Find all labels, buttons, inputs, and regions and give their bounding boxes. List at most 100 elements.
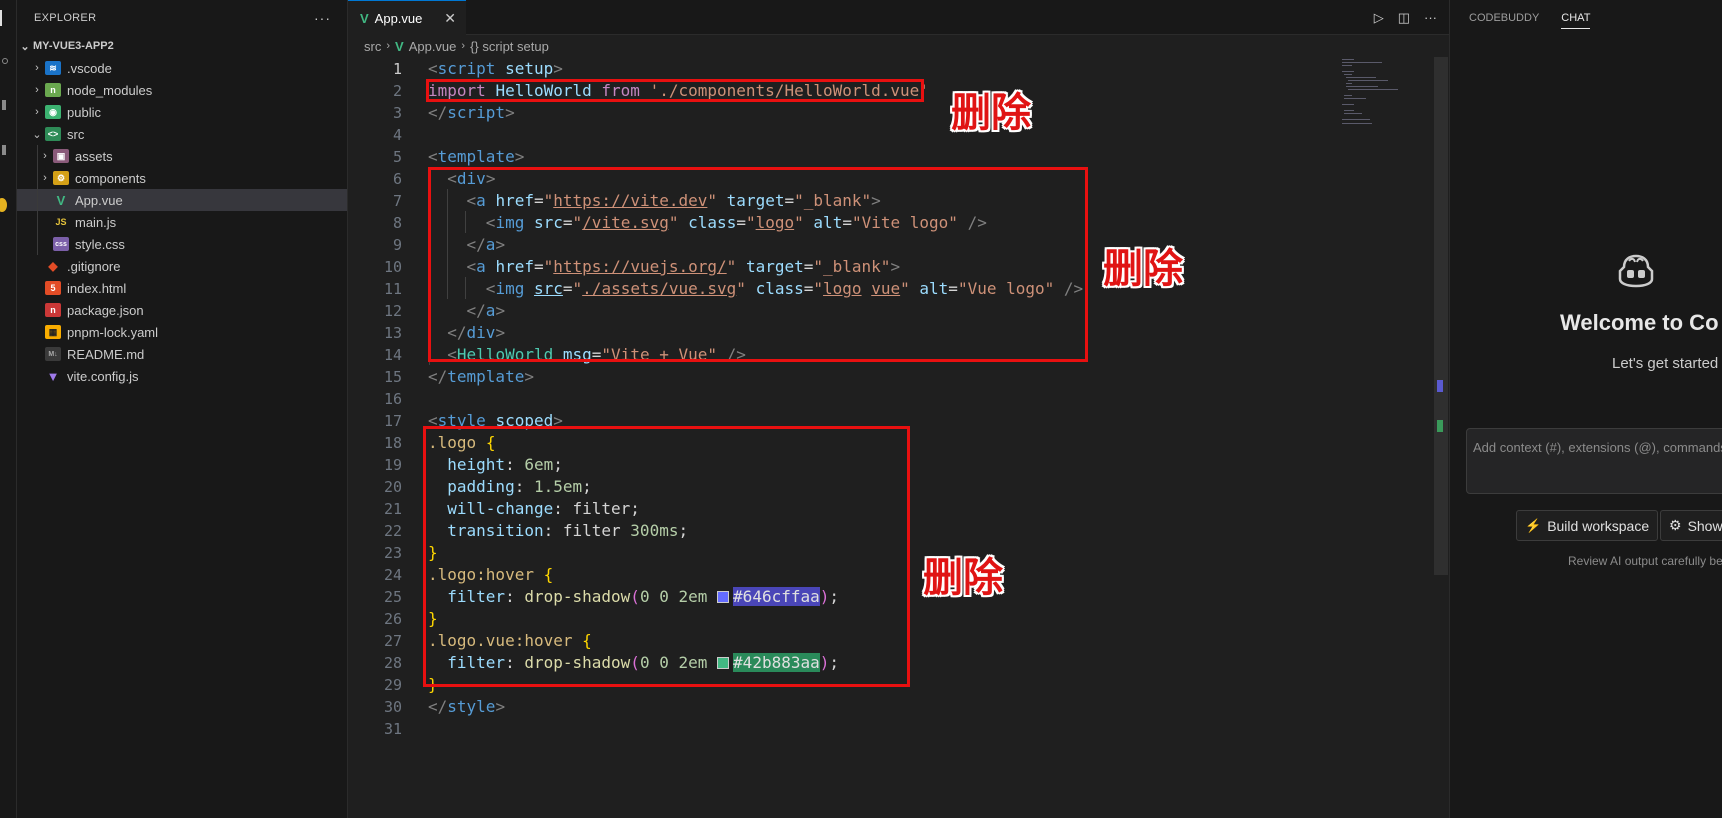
minimap-line <box>1344 110 1354 111</box>
vscode-folder-icon: ≋ <box>45 61 61 75</box>
tree-item-assets[interactable]: › ▣ assets <box>17 145 347 167</box>
line-number: 29 <box>383 676 402 694</box>
tree-item-gitignore[interactable]: ◆ .gitignore <box>17 255 347 277</box>
breadcrumb-file[interactable]: App.vue <box>409 39 457 54</box>
line-number: 18 <box>383 434 402 452</box>
line-number: 8 <box>392 214 402 232</box>
gear-icon: ⚙ <box>1669 517 1682 533</box>
src-folder-icon: <> <box>45 127 61 141</box>
explorer-activity-icon[interactable] <box>0 10 12 26</box>
line-number: 25 <box>383 588 402 606</box>
line-number: 23 <box>383 544 402 562</box>
minimap-line <box>1344 74 1352 75</box>
tab-codebuddy[interactable]: CODEBUDDY <box>1469 12 1539 24</box>
tab-chat[interactable]: CHAT <box>1561 12 1591 29</box>
tree-item-style-css[interactable]: css style.css <box>17 233 347 255</box>
tree-item-src[interactable]: ⌄ <> src <box>17 123 347 145</box>
minimap-line <box>1342 62 1382 63</box>
source-control-activity-icon[interactable] <box>2 100 6 110</box>
tree-item-label: App.vue <box>75 192 123 208</box>
tree-item-node-modules[interactable]: › n node_modules <box>17 79 347 101</box>
code-line: </style> <box>428 697 506 716</box>
line-number: 3 <box>392 104 402 122</box>
tree-item-public[interactable]: › ◉ public <box>17 101 347 123</box>
markdown-file-icon: M↓ <box>45 347 61 361</box>
tree-item-pnpm-lock[interactable]: ▦ pnpm-lock.yaml <box>17 321 347 343</box>
minimap-line <box>1342 119 1370 120</box>
npm-file-icon: n <box>45 303 61 317</box>
line-number: 27 <box>383 632 402 650</box>
explorer-sidebar: EXPLORER ··· ⌄ MY-VUE3-APP2 › ≋ .vscode … <box>17 0 348 818</box>
vertical-scrollbar[interactable] <box>1434 57 1448 818</box>
chat-panel: CODEBUDDY CHAT Welcome to Co Let's get s… <box>1449 0 1722 818</box>
activity-bar <box>0 0 17 818</box>
delete-annotation: 删除 <box>923 555 1003 601</box>
tree-item-label: .vscode <box>67 60 112 76</box>
copilot-icon <box>1618 254 1654 288</box>
pnpm-file-icon: ▦ <box>45 325 61 339</box>
chevron-down-icon: ⌄ <box>20 40 30 53</box>
tree-item-app-vue[interactable]: V App.vue <box>17 189 347 211</box>
run-activity-icon[interactable] <box>2 145 6 155</box>
minimap-line <box>1344 113 1362 114</box>
line-number: 4 <box>392 126 402 144</box>
close-icon[interactable]: ✕ <box>444 10 456 27</box>
scrollbar-thumb[interactable] <box>1434 57 1448 575</box>
js-file-icon: JS <box>55 217 67 227</box>
minimap[interactable] <box>1338 57 1428 127</box>
css-file-icon: css <box>53 237 69 251</box>
extension-badge-icon[interactable] <box>0 198 7 212</box>
chevron-right-icon: › <box>386 40 391 52</box>
line-number: 14 <box>383 346 402 364</box>
breadcrumb-symbol[interactable]: {} script setup <box>470 39 549 54</box>
minimap-line <box>1342 59 1354 60</box>
minimap-line <box>1342 65 1352 66</box>
workspace-root[interactable]: ⌄ MY-VUE3-APP2 <box>17 35 347 57</box>
tree-item-label: .gitignore <box>67 258 121 274</box>
minimap-line <box>1344 98 1366 99</box>
indent-guide <box>37 145 38 167</box>
line-number: 15 <box>383 368 402 386</box>
minimap-line <box>1348 89 1398 90</box>
indent-guide <box>37 167 38 189</box>
chat-tabs: CODEBUDDY CHAT <box>1450 0 1722 35</box>
tree-item-readme[interactable]: M↓ README.md <box>17 343 347 365</box>
chat-input[interactable]: Add context (#), extensions (@), command… <box>1466 428 1722 494</box>
minimap-line <box>1346 86 1378 87</box>
tree-item-main-js[interactable]: JS main.js <box>17 211 347 233</box>
html-file-icon: 5 <box>45 281 61 295</box>
tree-item-vite-config[interactable]: ▼ vite.config.js <box>17 365 347 387</box>
tree-item-components[interactable]: › ⚙ components <box>17 167 347 189</box>
tree-item-label: src <box>67 126 85 142</box>
line-number: 1 <box>392 60 402 78</box>
breadcrumb: src › V App.vue › {} script setup <box>348 35 549 57</box>
minimap-line <box>1348 80 1388 81</box>
more-actions-icon[interactable]: ··· <box>314 10 331 26</box>
line-number: 10 <box>383 258 402 276</box>
run-icon[interactable]: ▷ <box>1374 10 1384 26</box>
delete-highlight-box <box>423 426 910 687</box>
chevron-down-icon: ⌄ <box>32 128 42 141</box>
code-line: </template> <box>428 367 534 386</box>
build-workspace-button[interactable]: ⚡ Build workspace <box>1516 510 1659 541</box>
delete-highlight-box <box>428 167 1088 362</box>
breadcrumb-src[interactable]: src <box>364 39 381 54</box>
welcome-heading: Welcome to Co <box>1560 310 1719 335</box>
tree-item-label: assets <box>75 148 113 164</box>
indent-guide <box>37 233 38 255</box>
components-folder-icon: ⚙ <box>53 171 69 185</box>
line-number: 19 <box>383 456 402 474</box>
vue-file-icon: V <box>395 38 404 54</box>
search-activity-icon[interactable] <box>2 58 8 64</box>
split-editor-icon[interactable]: ◫ <box>1398 10 1410 26</box>
tree-item-index-html[interactable]: 5 index.html <box>17 277 347 299</box>
build-workspace-label: Build workspace <box>1547 517 1650 534</box>
more-actions-icon[interactable]: ··· <box>1424 10 1437 25</box>
tree-item-package-json[interactable]: n package.json <box>17 299 347 321</box>
show-button[interactable]: ⚙ Show <box>1660 510 1722 541</box>
line-number: 31 <box>383 720 402 738</box>
tab-app-vue[interactable]: V App.vue ✕ <box>348 0 466 35</box>
tab-bar: V App.vue ✕ ▷ ◫ ··· <box>348 0 1449 35</box>
tree-item-vscode[interactable]: › ≋ .vscode <box>17 57 347 79</box>
tree-item-label: index.html <box>67 280 127 296</box>
